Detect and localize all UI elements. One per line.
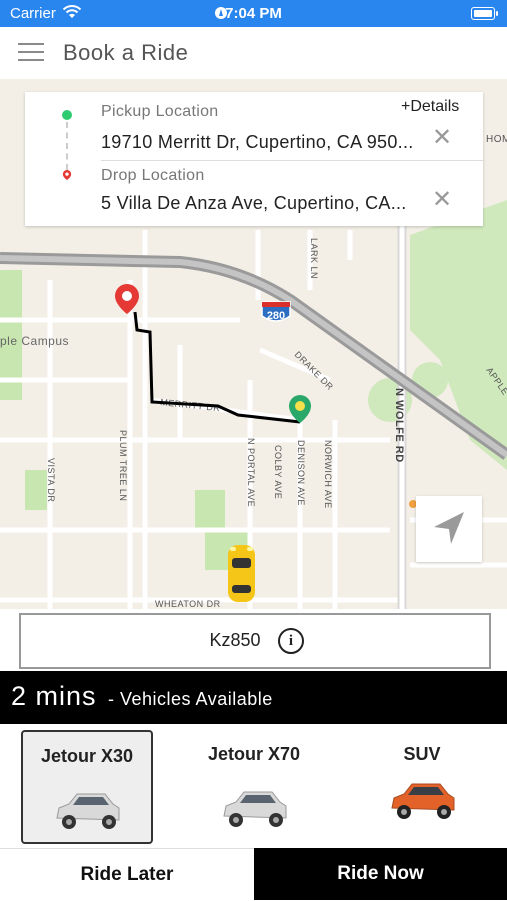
svg-text:HOM: HOM bbox=[486, 134, 507, 145]
svg-text:LARK LN: LARK LN bbox=[309, 238, 319, 279]
svg-text:COLBY AVE: COLBY AVE bbox=[273, 445, 283, 499]
vehicle-option-jetour-x70[interactable]: Jetour X70 bbox=[190, 730, 318, 840]
details-link[interactable]: +Details bbox=[401, 98, 459, 116]
drop-marker-icon bbox=[62, 170, 72, 180]
suv-car-icon bbox=[391, 783, 455, 819]
eta-availability-text: - Vehicles Available bbox=[108, 689, 273, 709]
clear-drop-icon[interactable]: ✕ bbox=[432, 188, 452, 212]
highway-280-shield: 280 bbox=[261, 301, 291, 322]
taxi-car-icon bbox=[228, 545, 255, 602]
svg-text:NORWICH AVE: NORWICH AVE bbox=[323, 440, 333, 509]
svg-text:PLUM TREE LN: PLUM TREE LN bbox=[118, 430, 128, 501]
svg-text:N PORTAL AVE: N PORTAL AVE bbox=[246, 438, 256, 507]
hamburger-icon[interactable] bbox=[18, 43, 44, 63]
app-header: Book a Ride bbox=[0, 27, 507, 79]
suv-car-icon bbox=[223, 791, 287, 827]
eta-bar: 2 mins - Vehicles Available bbox=[0, 671, 507, 724]
status-bar: Carrier 7:04 PM bbox=[0, 0, 507, 27]
eta-time: 2 mins bbox=[11, 681, 97, 711]
pickup-dot-icon bbox=[62, 110, 72, 120]
recenter-button[interactable] bbox=[416, 496, 482, 562]
vehicle-name: Jetour X30 bbox=[40, 746, 134, 766]
vehicle-option-jetour-x30[interactable]: Jetour X30 bbox=[21, 730, 153, 844]
svg-text:VISTA DR: VISTA DR bbox=[46, 458, 56, 502]
vehicle-option-suv[interactable]: SUV bbox=[358, 730, 486, 840]
page-title: Book a Ride bbox=[63, 40, 189, 65]
clock: 7:04 PM bbox=[225, 5, 282, 22]
action-bar: Ride Later Ride Now bbox=[0, 848, 507, 900]
info-icon[interactable]: i bbox=[278, 628, 304, 654]
battery-icon bbox=[471, 7, 498, 20]
promo-code-text: Kz850 bbox=[209, 630, 261, 650]
drop-label: Drop Location bbox=[101, 167, 205, 184]
svg-text:DRAKE DR: DRAKE DR bbox=[293, 349, 336, 392]
svg-text:280: 280 bbox=[267, 310, 285, 322]
route-connector bbox=[66, 122, 68, 170]
drop-field[interactable]: 5 Villa De Anza Ave, Cupertino, CA... bbox=[101, 193, 419, 214]
svg-text:DENISON AVE: DENISON AVE bbox=[296, 440, 306, 506]
vehicle-name: Jetour X70 bbox=[207, 744, 301, 764]
svg-text:WHEATON DR: WHEATON DR bbox=[155, 599, 221, 609]
clear-pickup-icon[interactable]: ✕ bbox=[432, 126, 452, 150]
ride-now-button[interactable]: Ride Now bbox=[254, 848, 507, 900]
pickup-label: Pickup Location bbox=[101, 103, 219, 120]
ride-later-button[interactable]: Ride Later bbox=[0, 848, 254, 900]
svg-text:N WOLFE RD: N WOLFE RD bbox=[393, 388, 405, 463]
pickup-field[interactable]: 19710 Merritt Dr, Cupertino, CA 950... bbox=[101, 132, 431, 153]
card-divider bbox=[101, 160, 483, 161]
navigation-arrow-icon bbox=[434, 512, 464, 544]
vehicle-selector: Jetour X30 Jetour X70 SUV bbox=[0, 724, 507, 848]
suv-car-icon bbox=[56, 793, 120, 829]
drop-pin-icon bbox=[115, 284, 139, 314]
svg-text:ple Campus: ple Campus bbox=[0, 334, 69, 348]
vehicle-name: SUV bbox=[403, 744, 441, 764]
promo-code-box[interactable]: Kz850 i bbox=[19, 613, 491, 669]
